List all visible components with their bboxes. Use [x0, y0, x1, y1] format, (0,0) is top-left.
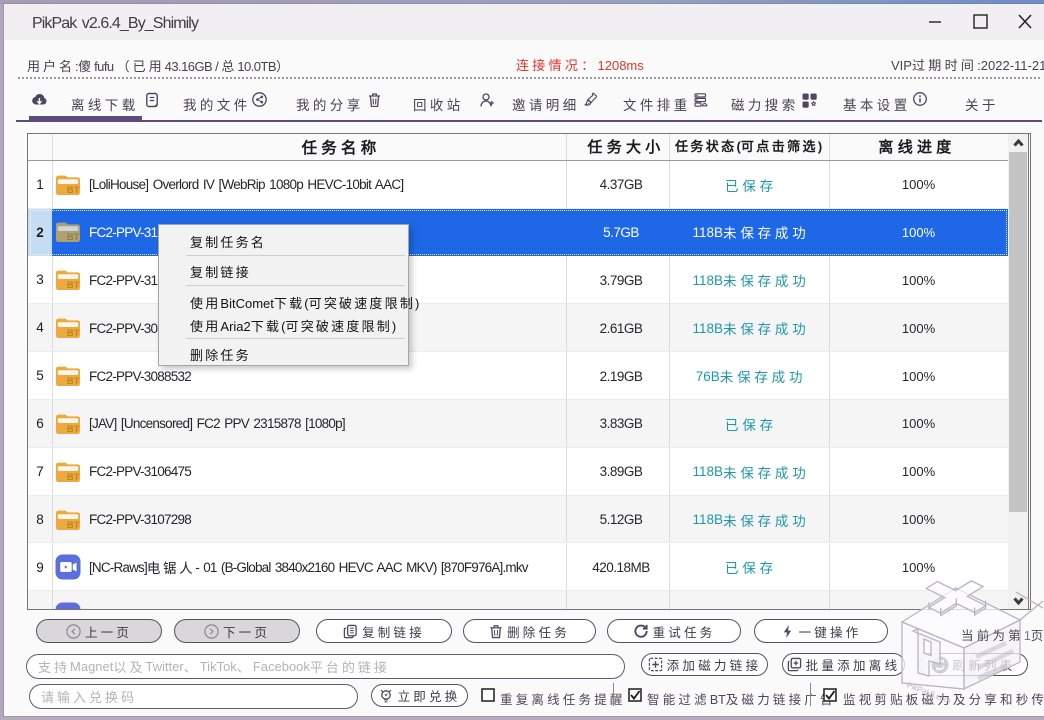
svg-text:BT: BT [67, 424, 80, 435]
svg-text:BT: BT [67, 280, 80, 291]
svg-text:BT: BT [67, 185, 80, 196]
svg-text:BT: BT [67, 472, 80, 483]
svg-text:BT: BT [67, 328, 80, 339]
svg-text:BT: BT [67, 520, 80, 531]
svg-text:BT: BT [67, 376, 80, 387]
